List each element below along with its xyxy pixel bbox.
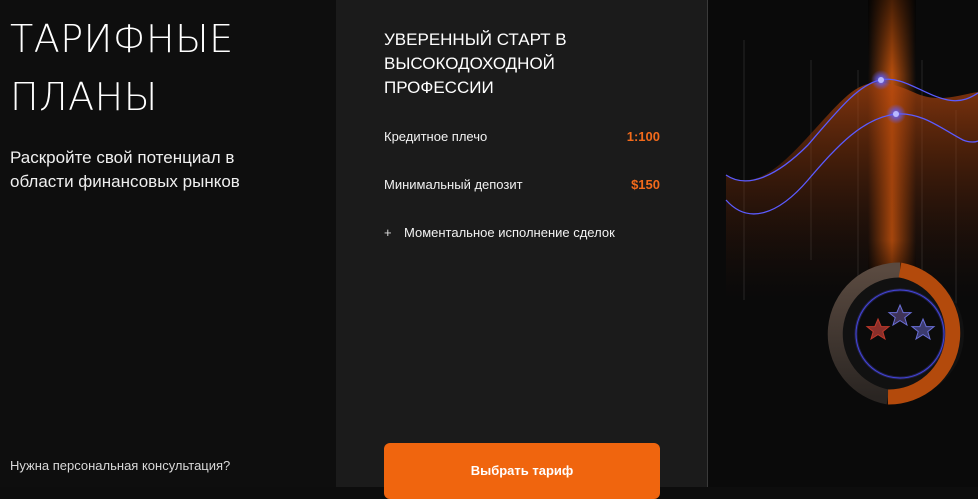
plan-title-line-1: УВЕРЕННЫЙ СТАРТ В — [384, 30, 567, 49]
consultation-link[interactable]: Нужна персональная консультация? — [10, 458, 230, 473]
min-deposit-label: Минимальный депозит — [384, 177, 523, 192]
curve-area — [726, 82, 978, 300]
leverage-row: Кредитное плечо 1:100 — [384, 129, 660, 144]
leverage-value: 1:100 — [626, 129, 660, 144]
page-title-line-1: ТАРИФНЫЕ — [10, 17, 234, 61]
illustration — [708, 0, 978, 487]
feature-label: Моментальное исполнение сделок — [404, 225, 615, 240]
rating-badge — [827, 262, 964, 405]
feature-item: + Моментальное исполнение сделок — [384, 225, 615, 240]
leverage-label: Кредитное плечо — [384, 129, 488, 144]
page-title-line-2: ПЛАНЫ — [10, 75, 158, 119]
intro-panel: ТАРИФНЫЕ ПЛАНЫ Раскройте свой потенциал … — [0, 0, 337, 487]
subtitle-line-1: Раскройте свой потенциал в — [10, 148, 235, 167]
select-plan-button[interactable]: Выбрать тариф — [384, 443, 660, 499]
page-subtitle: Раскройте свой потенциал в области финан… — [10, 146, 240, 194]
page-title: ТАРИФНЫЕ ПЛАНЫ — [10, 10, 234, 126]
min-deposit-row: Минимальный депозит $150 — [384, 177, 660, 192]
subtitle-line-2: области финансовых рынков — [10, 172, 240, 191]
chart-illustration — [725, 0, 978, 405]
plan-card: УВЕРЕННЫЙ СТАРТ В ВЫСОКОДОХОДНОЙ ПРОФЕСС… — [336, 0, 708, 499]
plus-icon: + — [384, 225, 392, 240]
min-deposit-value: $150 — [631, 177, 660, 192]
plan-title: УВЕРЕННЫЙ СТАРТ В ВЫСОКОДОХОДНОЙ ПРОФЕСС… — [384, 28, 624, 100]
plan-title-line-3: ПРОФЕССИИ — [384, 78, 494, 97]
plan-title-line-2: ВЫСОКОДОХОДНОЙ — [384, 54, 555, 73]
